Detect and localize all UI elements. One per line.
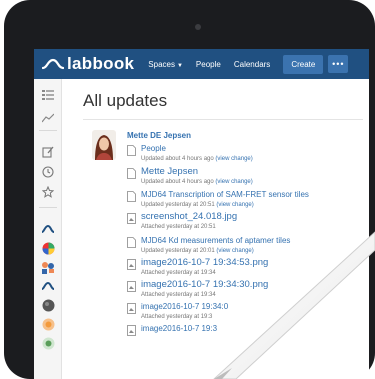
app-logo[interactable]: labbook (42, 54, 134, 74)
nav-calendars[interactable]: Calendars (234, 60, 270, 69)
people-space-icon[interactable] (41, 260, 55, 274)
screen: labbook Spaces ▼ People Calendars Create … (34, 49, 369, 379)
page-icon (127, 166, 136, 179)
view-change-link[interactable]: (view change) (216, 248, 253, 254)
labbook-space-icon[interactable] (41, 222, 55, 236)
main-nav: Spaces ▼ People Calendars Create ••• (148, 54, 349, 74)
image-icon (127, 301, 136, 314)
view-change-link[interactable]: (view change) (215, 156, 252, 162)
sidebar-divider (39, 207, 57, 208)
entry-meta: Attached yesterday at 19:34 (141, 270, 367, 276)
list-item: screenshot_24.018.jpg Attached yesterday… (127, 211, 367, 230)
create-button[interactable]: Create (283, 54, 324, 74)
entry-link[interactable]: image2016-10-7 19:34:0 (141, 302, 228, 311)
entry-link[interactable]: image2016-10-7 19:34:30.png (141, 279, 268, 290)
entry-meta-text: Updated about 4 hours ago (141, 156, 214, 162)
clock-icon[interactable] (41, 165, 55, 179)
entry-meta: Updated about 4 hours ago (view change) (141, 179, 367, 185)
entry-meta: Updated yesterday at 20:51 (view change) (141, 202, 367, 208)
more-button[interactable]: ••• (328, 55, 349, 73)
avatar[interactable] (92, 130, 116, 160)
page-icon (127, 235, 136, 248)
view-change-link[interactable]: (view change) (216, 202, 253, 208)
entry-meta-text: Attached yesterday at 20:51 (141, 224, 216, 230)
nav-spaces[interactable]: Spaces ▼ (148, 60, 183, 69)
orange-space-icon[interactable] (41, 317, 55, 331)
sidebar (34, 79, 62, 379)
entry-meta-text: Attached yesterday at 19:3 (141, 314, 213, 320)
entry-link[interactable]: MJD64 Transcription of SAM-FRET sensor t… (141, 190, 309, 199)
list-item: image2016-10-7 19:34:53.png Attached yes… (127, 257, 367, 276)
view-change-link[interactable]: (view change) (215, 179, 252, 185)
entry-meta: Attached yesterday at 19:3 (141, 314, 367, 320)
sidebar-divider (39, 130, 57, 131)
entry-link[interactable]: screenshot_24.018.jpg (141, 211, 237, 222)
activity-icon[interactable] (41, 111, 55, 125)
entry-meta: Attached yesterday at 19:34 (141, 292, 367, 298)
author-name[interactable]: Mette DE Jepsen (127, 131, 191, 140)
page-title: All updates (83, 91, 168, 110)
entry-meta: Attached yesterday at 20:51 (141, 224, 367, 230)
list-item: Mette Jepsen Updated about 4 hours ago (… (127, 166, 367, 185)
nav-people[interactable]: People (196, 60, 221, 69)
image-icon (127, 323, 136, 336)
entry-meta: Updated about 4 hours ago (view change) (141, 156, 367, 162)
green-space-icon[interactable] (41, 336, 55, 350)
image-icon (127, 257, 136, 270)
list-item: image2016-10-7 19:34:30.png Attached yes… (127, 279, 367, 298)
entry-link[interactable]: MJD64 Kd measurements of aptamer tiles (141, 236, 290, 245)
entry-meta-text: Updated about 4 hours ago (141, 179, 214, 185)
labbook-space-icon-2[interactable] (41, 279, 55, 293)
menu-icon[interactable] (41, 88, 55, 102)
title-divider (83, 119, 363, 120)
page-icon (127, 189, 136, 202)
logo-icon (42, 58, 64, 70)
entry-meta-text: Attached yesterday at 19:34 (141, 292, 216, 298)
chevron-down-icon: ▼ (176, 62, 183, 69)
main-content: All updates Mette DE Jepsen People Updat… (63, 79, 369, 379)
dark-space-icon[interactable] (41, 298, 55, 312)
colorful-space-icon[interactable] (41, 241, 55, 255)
app-name: labbook (67, 54, 135, 73)
entry-link[interactable]: Mette Jepsen (141, 166, 198, 177)
list-item: image2016-10-7 19:34:0 Attached yesterda… (127, 301, 367, 320)
list-item: People Updated about 4 hours ago (view c… (127, 143, 367, 162)
image-icon (127, 279, 136, 292)
page-icon (127, 143, 136, 156)
list-item: MJD64 Transcription of SAM-FRET sensor t… (127, 189, 367, 208)
entry-link[interactable]: People (141, 144, 166, 153)
entry-meta-text: Updated yesterday at 20:01 (141, 248, 215, 254)
entry-meta: Updated yesterday at 20:01 (view change) (141, 248, 367, 254)
entry-link[interactable]: image2016-10-7 19:3 (141, 324, 217, 333)
camera (195, 24, 201, 30)
top-nav-bar: labbook Spaces ▼ People Calendars Create … (34, 49, 369, 79)
list-item: MJD64 Kd measurements of aptamer tiles U… (127, 235, 367, 254)
entry-meta-text: Updated yesterday at 20:51 (141, 202, 215, 208)
list-item: image2016-10-7 19:3 (127, 323, 367, 336)
entry-meta-text: Attached yesterday at 19:34 (141, 270, 216, 276)
tablet-frame: labbook Spaces ▼ People Calendars Create … (4, 0, 375, 379)
entry-link[interactable]: image2016-10-7 19:34:53.png (141, 257, 268, 268)
edit-icon[interactable] (41, 145, 55, 159)
star-icon[interactable] (41, 185, 55, 199)
nav-spaces-label: Spaces (148, 59, 175, 69)
image-icon (127, 211, 136, 224)
